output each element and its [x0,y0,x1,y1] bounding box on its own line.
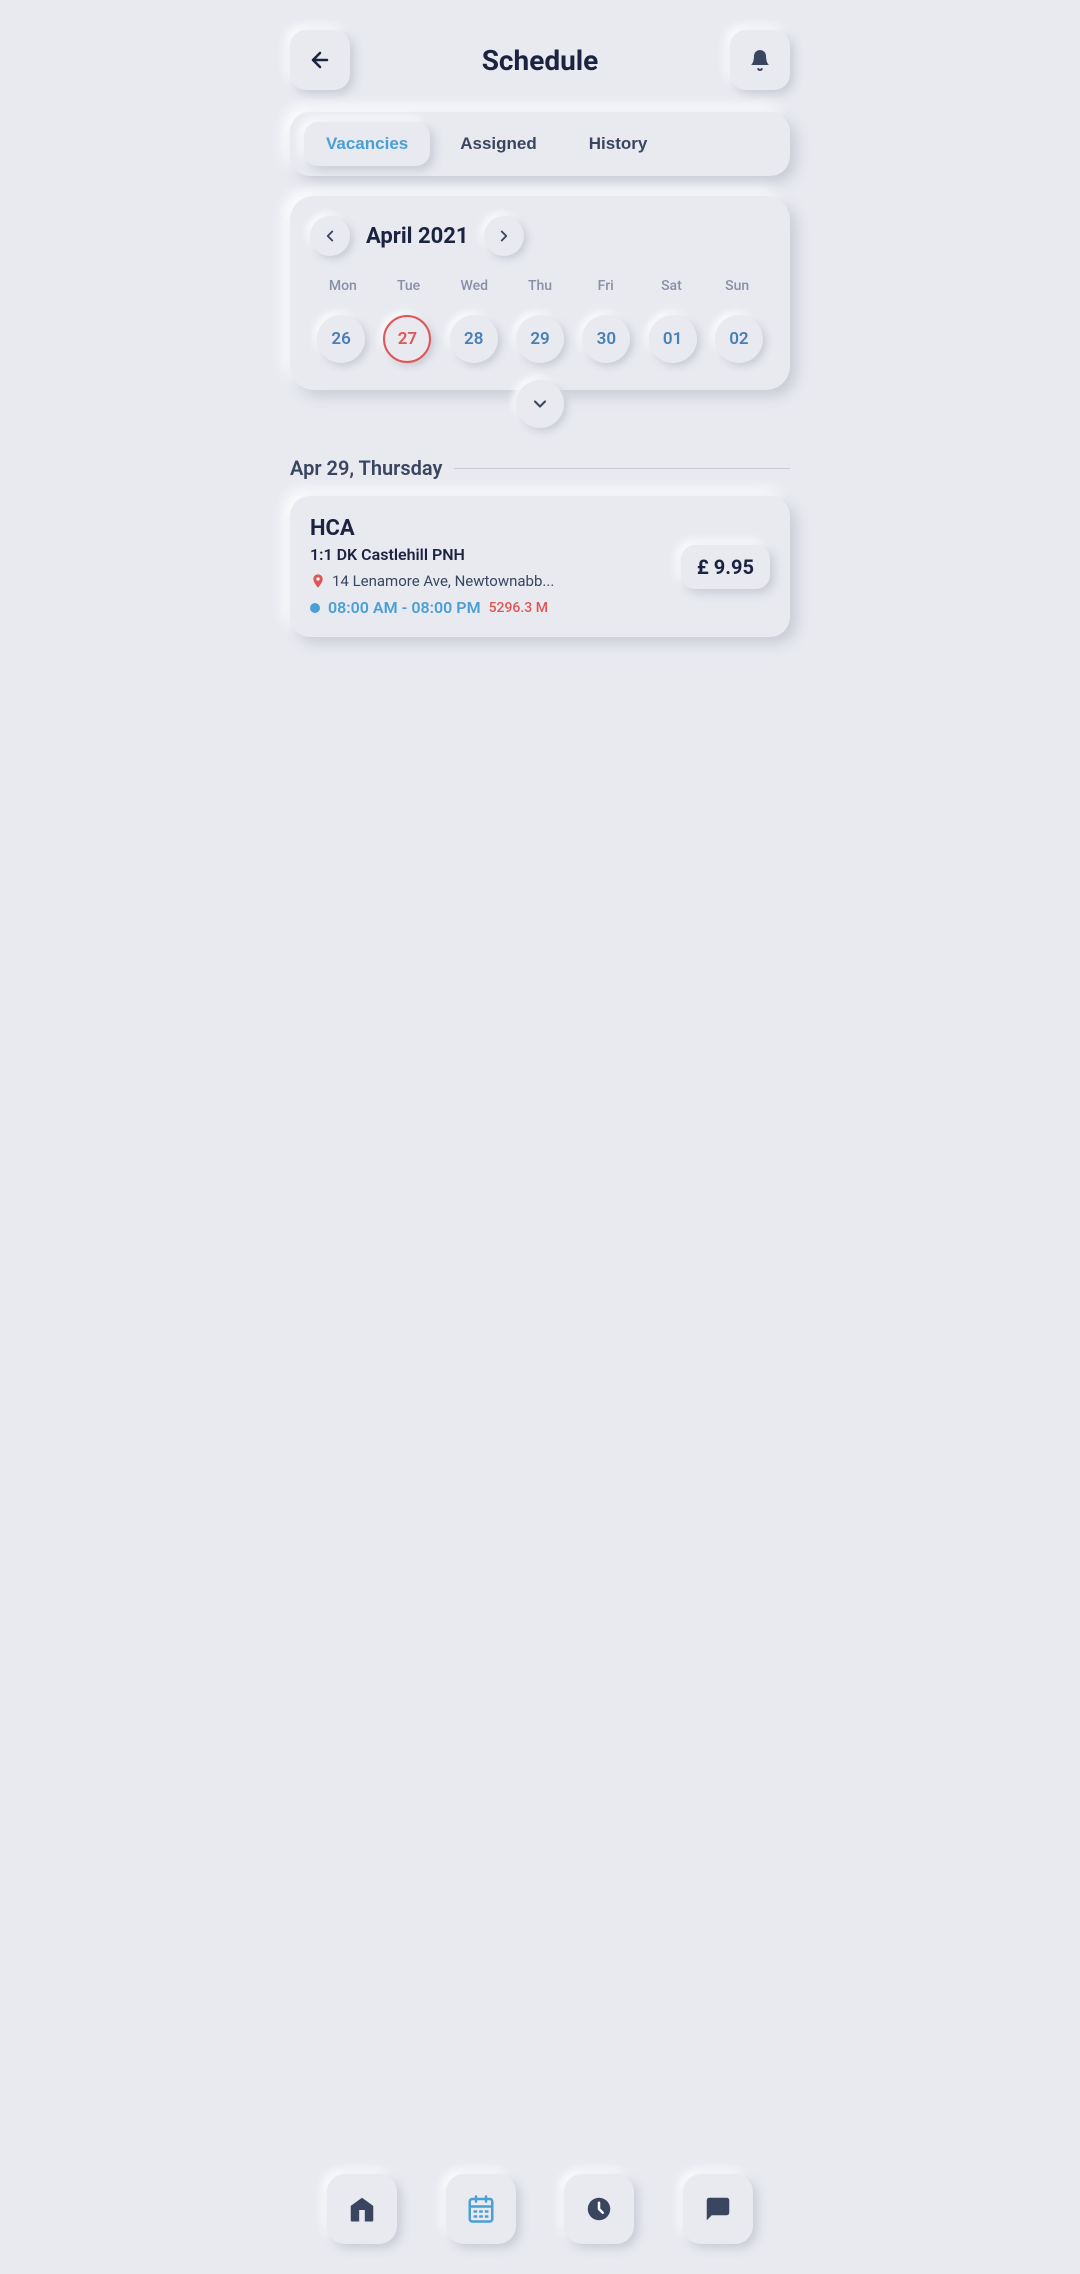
date-cell-30[interactable]: 30 [575,308,637,370]
header: Schedule [290,20,790,90]
time-dot [310,603,320,613]
date-cell-26[interactable]: 26 [310,308,372,370]
calendar-container: April 2021 Mon Tue Wed Thu Fri Sat Sun 2… [290,196,790,390]
date-27[interactable]: 27 [383,315,431,363]
calendar-grid-icon [466,2194,496,2224]
date-cell-27[interactable]: 27 [376,308,438,370]
day-label-thu: Thu [507,274,573,298]
tab-vacancies[interactable]: Vacancies [304,122,430,166]
expand-wrapper [290,380,790,428]
date-30[interactable]: 30 [582,315,630,363]
tab-history[interactable]: History [567,122,670,166]
nav-clock[interactable] [564,2174,634,2244]
shift-time: 08:00 AM - 08:00 PM 5296.3 M [310,598,681,617]
date-cell-01[interactable]: 01 [641,308,703,370]
shift-card[interactable]: HCA 1:1 DK Castlehill PNH 14 Lenamore Av… [290,496,790,637]
date-01[interactable]: 01 [649,315,697,363]
tab-assigned[interactable]: Assigned [438,122,559,166]
page-title: Schedule [482,44,599,77]
back-button[interactable] [290,30,350,90]
day-label-tue: Tue [376,274,442,298]
nav-chat[interactable] [683,2174,753,2244]
selected-date-label: Apr 29, Thursday [290,456,442,480]
screen: Schedule Vacancies Assigned History Apri… [270,0,810,2274]
shift-subtitle: 1:1 DK Castlehill PNH [310,545,681,564]
date-cell-29[interactable]: 29 [509,308,571,370]
price-badge: £ 9.95 [681,545,770,589]
date-26[interactable]: 26 [317,315,365,363]
nav-home[interactable] [327,2174,397,2244]
bottom-nav [290,2158,790,2274]
shift-info: HCA 1:1 DK Castlehill PNH 14 Lenamore Av… [310,516,681,617]
day-label-sat: Sat [639,274,705,298]
selected-date-section: Apr 29, Thursday [290,456,790,480]
notification-button[interactable] [730,30,790,90]
calendar-days-header: Mon Tue Wed Thu Fri Sat Sun [310,274,770,298]
date-cell-28[interactable]: 28 [443,308,505,370]
chat-icon [703,2194,733,2224]
date-divider [454,468,790,469]
home-icon [347,2194,377,2224]
tabs-container: Vacancies Assigned History [290,112,790,176]
day-label-mon: Mon [310,274,376,298]
day-label-fri: Fri [573,274,639,298]
day-label-sun: Sun [704,274,770,298]
time-display: 08:00 AM - 08:00 PM [328,598,481,617]
date-02[interactable]: 02 [715,315,763,363]
nav-calendar[interactable] [446,2174,516,2244]
date-28[interactable]: 28 [450,315,498,363]
shift-title: HCA [310,516,681,541]
location-text: 14 Lenamore Ave, Newtownabb... [332,572,554,590]
distance-text: 5296.3 M [489,600,548,616]
date-cell-02[interactable]: 02 [708,308,770,370]
calendar-header: April 2021 [310,216,770,256]
date-29[interactable]: 29 [516,315,564,363]
location-icon [310,573,326,589]
day-label-wed: Wed [441,274,507,298]
calendar-dates: 26 27 28 29 30 01 02 [310,308,770,370]
spacer [290,657,790,2158]
next-month-button[interactable] [484,216,524,256]
expand-calendar-button[interactable] [516,380,564,428]
calendar-month-year: April 2021 [366,224,468,249]
prev-month-button[interactable] [310,216,350,256]
clock-icon [584,2194,614,2224]
shift-location: 14 Lenamore Ave, Newtownabb... [310,572,681,590]
